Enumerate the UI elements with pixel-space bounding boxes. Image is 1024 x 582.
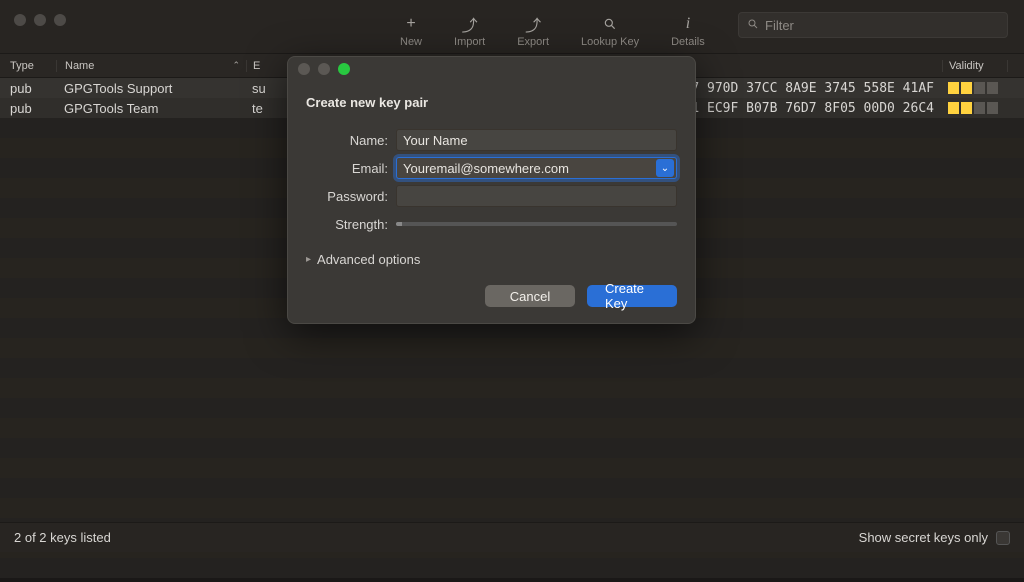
col-type[interactable]: Type (0, 60, 56, 72)
cancel-button[interactable]: Cancel (485, 285, 575, 307)
dialog-traffic-lights[interactable] (298, 63, 350, 75)
strength-label: Strength: (306, 217, 396, 232)
toolbar-new-label: New (400, 36, 422, 48)
cell-email: te (246, 101, 276, 116)
statusbar: 2 of 2 keys listed Show secret keys only (0, 522, 1024, 552)
toolbar-lookup[interactable]: Lookup Key (581, 15, 639, 48)
col-name[interactable]: Name ⌃ (56, 60, 246, 72)
minimize-dot[interactable] (318, 63, 330, 75)
zoom-dot[interactable] (338, 63, 350, 75)
close-dot[interactable] (298, 63, 310, 75)
advanced-toggle[interactable]: ▸ Advanced options (288, 238, 695, 285)
col-validity[interactable]: Validity (942, 60, 1008, 72)
toolbar-lookup-label: Lookup Key (581, 36, 639, 48)
search-placeholder: Filter (765, 18, 794, 33)
cell-type: pub (0, 101, 56, 116)
info-icon: i (686, 15, 690, 33)
toolbar-details[interactable]: i Details (671, 15, 705, 48)
toolbar-export[interactable]: ⤴ Export (517, 15, 549, 48)
password-label: Password: (306, 189, 396, 204)
cell-email: su (246, 81, 276, 96)
import-icon: ⤴ (462, 15, 478, 33)
zoom-dot[interactable] (54, 14, 66, 26)
search-icon (603, 15, 617, 33)
name-value: Your Name (403, 133, 468, 148)
create-key-dialog: Create new key pair Name: Your Name Emai… (287, 56, 696, 324)
search-icon (747, 18, 759, 33)
search-input[interactable]: Filter (738, 12, 1008, 38)
window-traffic-lights[interactable] (14, 14, 66, 26)
password-field[interactable] (396, 185, 677, 207)
email-label: Email: (306, 161, 396, 176)
cell-name: GPGTools Support (56, 81, 246, 96)
col-email[interactable]: E (246, 60, 276, 72)
sort-caret-icon: ⌃ (232, 60, 240, 71)
export-icon: ⤴ (525, 15, 541, 33)
name-field[interactable]: Your Name (396, 129, 677, 151)
col-name-label: Name (65, 60, 94, 72)
status-text: 2 of 2 keys listed (14, 530, 111, 545)
cell-name: GPGTools Team (56, 101, 246, 116)
toolbar-import-label: Import (454, 36, 485, 48)
create-key-button[interactable]: Create Key (587, 285, 677, 307)
cell-type: pub (0, 81, 56, 96)
titlebar: + New ⤴ Import ⤴ Export Lookup Key i Det… (0, 0, 1024, 54)
name-label: Name: (306, 133, 396, 148)
email-field[interactable]: Youremail@somewhere.com ⌄ (396, 157, 677, 179)
strength-meter (396, 222, 677, 226)
dialog-title: Create new key pair (288, 81, 695, 126)
chevron-right-icon: ▸ (306, 254, 311, 265)
cell-validity (942, 82, 1008, 94)
toolbar-import[interactable]: ⤴ Import (454, 15, 485, 48)
toolbar-new[interactable]: + New (400, 15, 422, 48)
email-dropdown-icon[interactable]: ⌄ (656, 159, 674, 177)
minimize-dot[interactable] (34, 14, 46, 26)
plus-icon: + (406, 15, 415, 33)
secret-only-label: Show secret keys only (859, 530, 988, 545)
close-dot[interactable] (14, 14, 26, 26)
email-value: Youremail@somewhere.com (403, 161, 569, 176)
advanced-label: Advanced options (317, 252, 420, 267)
cell-validity (942, 102, 1008, 114)
toolbar-export-label: Export (517, 36, 549, 48)
secret-only-checkbox[interactable] (996, 531, 1010, 545)
toolbar-details-label: Details (671, 36, 705, 48)
